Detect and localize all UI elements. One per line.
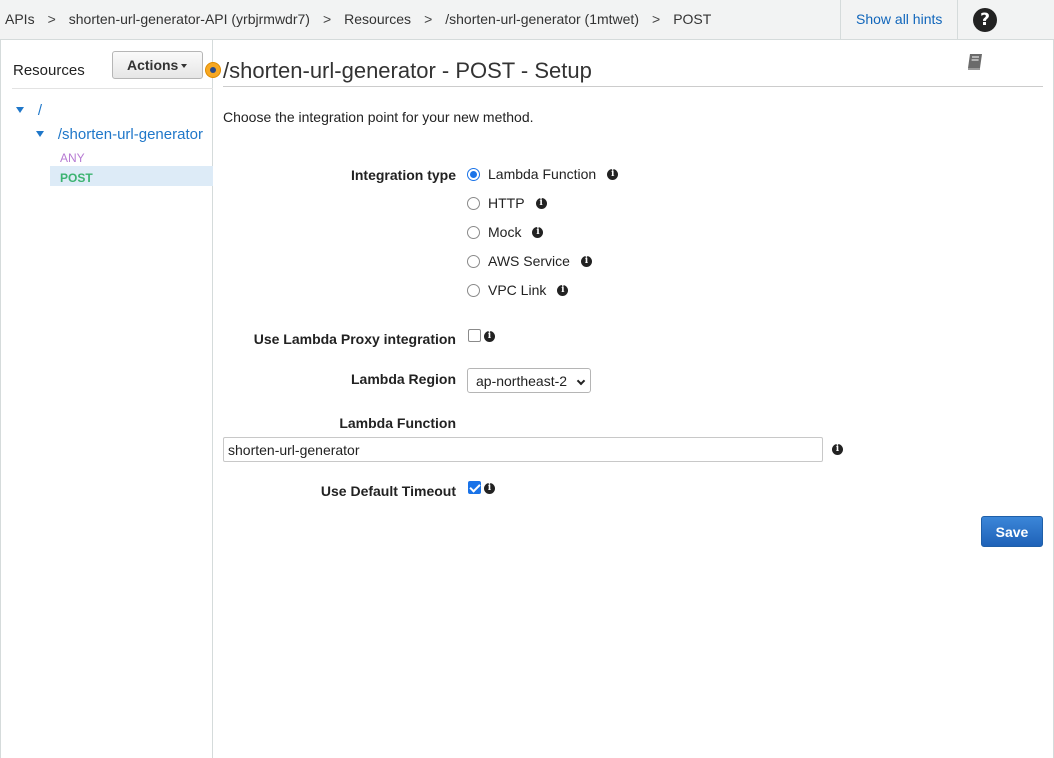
- tree-item-root[interactable]: /: [16, 101, 42, 119]
- radio-button[interactable]: [467, 254, 480, 268]
- breadcrumb-method: POST: [673, 11, 712, 27]
- breadcrumb-separator: >: [652, 11, 661, 27]
- tree-resource-label[interactable]: /shorten-url-generator: [58, 126, 203, 143]
- default-timeout-label: Use Default Timeout: [320, 483, 456, 499]
- info-icon[interactable]: i: [580, 255, 592, 267]
- radio-button[interactable]: [467, 167, 480, 181]
- method-any-label[interactable]: ANY: [60, 151, 85, 165]
- breadcrumb-resources[interactable]: Resources: [344, 11, 411, 27]
- show-all-hints-link[interactable]: Show all hints: [856, 11, 942, 27]
- radio-label[interactable]: HTTP: [488, 195, 525, 211]
- lambda-region-value: ap-northeast-2: [476, 373, 568, 389]
- top-bar: APIs > shorten-url-generator-API (yrbjrmwd…: [0, 0, 1054, 40]
- breadcrumb-separator: >: [424, 11, 433, 27]
- method-post-label[interactable]: POST: [60, 171, 93, 185]
- tree-root-label[interactable]: /: [38, 102, 42, 119]
- help-icon[interactable]: ?: [973, 8, 997, 32]
- tree-item-any[interactable]: ANY: [60, 149, 85, 165]
- expand-triangle-icon[interactable]: [16, 107, 24, 114]
- breadcrumb-separator: >: [47, 11, 56, 27]
- radio-mock[interactable]: Mock i: [467, 223, 544, 241]
- page-title: /shorten-url-generator - POST - Setup: [223, 58, 592, 83]
- lambda-region-select[interactable]: ap-northeast-2: [467, 368, 591, 393]
- lambda-function-input[interactable]: [223, 437, 823, 462]
- lambda-proxy-checkbox[interactable]: [468, 329, 481, 342]
- breadcrumb: APIs > shorten-url-generator-API (yrbjrmwd…: [5, 11, 711, 27]
- radio-button[interactable]: [467, 196, 480, 210]
- title-divider: [223, 86, 1043, 87]
- radio-label[interactable]: VPC Link: [488, 282, 546, 298]
- hints-panel: Show all hints: [840, 0, 958, 40]
- radio-http[interactable]: HTTP i: [467, 194, 547, 212]
- breadcrumb-apis[interactable]: APIs: [5, 11, 35, 27]
- radio-aws-service[interactable]: AWS Service i: [467, 252, 592, 270]
- default-timeout-checkbox[interactable]: [468, 481, 481, 494]
- breadcrumb-api-name[interactable]: shorten-url-generator-API (yrbjrmwdr7): [69, 11, 310, 27]
- expand-triangle-icon[interactable]: [36, 131, 44, 138]
- breadcrumb-resource-path[interactable]: /shorten-url-generator (1mtwet): [445, 11, 639, 27]
- actions-label: Actions: [127, 57, 179, 73]
- documentation-book-icon[interactable]: [965, 52, 985, 72]
- tree-item-post[interactable]: POST: [60, 169, 93, 185]
- info-icon[interactable]: i: [557, 284, 569, 296]
- info-icon[interactable]: i: [832, 444, 843, 455]
- breadcrumb-separator: >: [322, 11, 332, 27]
- info-icon[interactable]: i: [532, 226, 544, 238]
- radio-button[interactable]: [467, 225, 480, 239]
- radio-button[interactable]: [467, 283, 480, 297]
- radio-lambda-function[interactable]: Lambda Function i: [467, 165, 619, 183]
- lambda-proxy-label: Use Lambda Proxy integration: [253, 331, 456, 347]
- method-setup-panel: /shorten-url-generator - POST - Setup Ch…: [213, 40, 1054, 758]
- sidebar-divider: [12, 88, 213, 89]
- resources-sidebar: Resources Actions / /shorten-url-generat…: [0, 40, 220, 758]
- info-icon[interactable]: i: [484, 483, 495, 494]
- chevron-down-icon: [576, 376, 586, 386]
- lambda-function-label: Lambda Function: [339, 415, 456, 431]
- caret-down-icon: [181, 64, 188, 69]
- lambda-region-label: Lambda Region: [350, 371, 456, 387]
- info-icon[interactable]: i: [535, 197, 547, 209]
- save-button[interactable]: Save: [981, 516, 1043, 547]
- intro-text: Choose the integration point for your ne…: [223, 109, 534, 125]
- tree-item-shorten-url-generator[interactable]: /shorten-url-generator: [36, 125, 203, 143]
- radio-vpc-link[interactable]: VPC Link i: [467, 281, 569, 299]
- info-icon[interactable]: i: [607, 168, 619, 180]
- info-icon[interactable]: i: [484, 331, 495, 342]
- radio-label[interactable]: Mock: [488, 224, 521, 240]
- actions-dropdown-button[interactable]: Actions: [112, 51, 203, 79]
- radio-label[interactable]: AWS Service: [488, 253, 570, 269]
- sidebar-title: Resources: [13, 62, 85, 79]
- radio-label[interactable]: Lambda Function: [488, 166, 596, 182]
- integration-type-label: Integration type: [350, 167, 456, 183]
